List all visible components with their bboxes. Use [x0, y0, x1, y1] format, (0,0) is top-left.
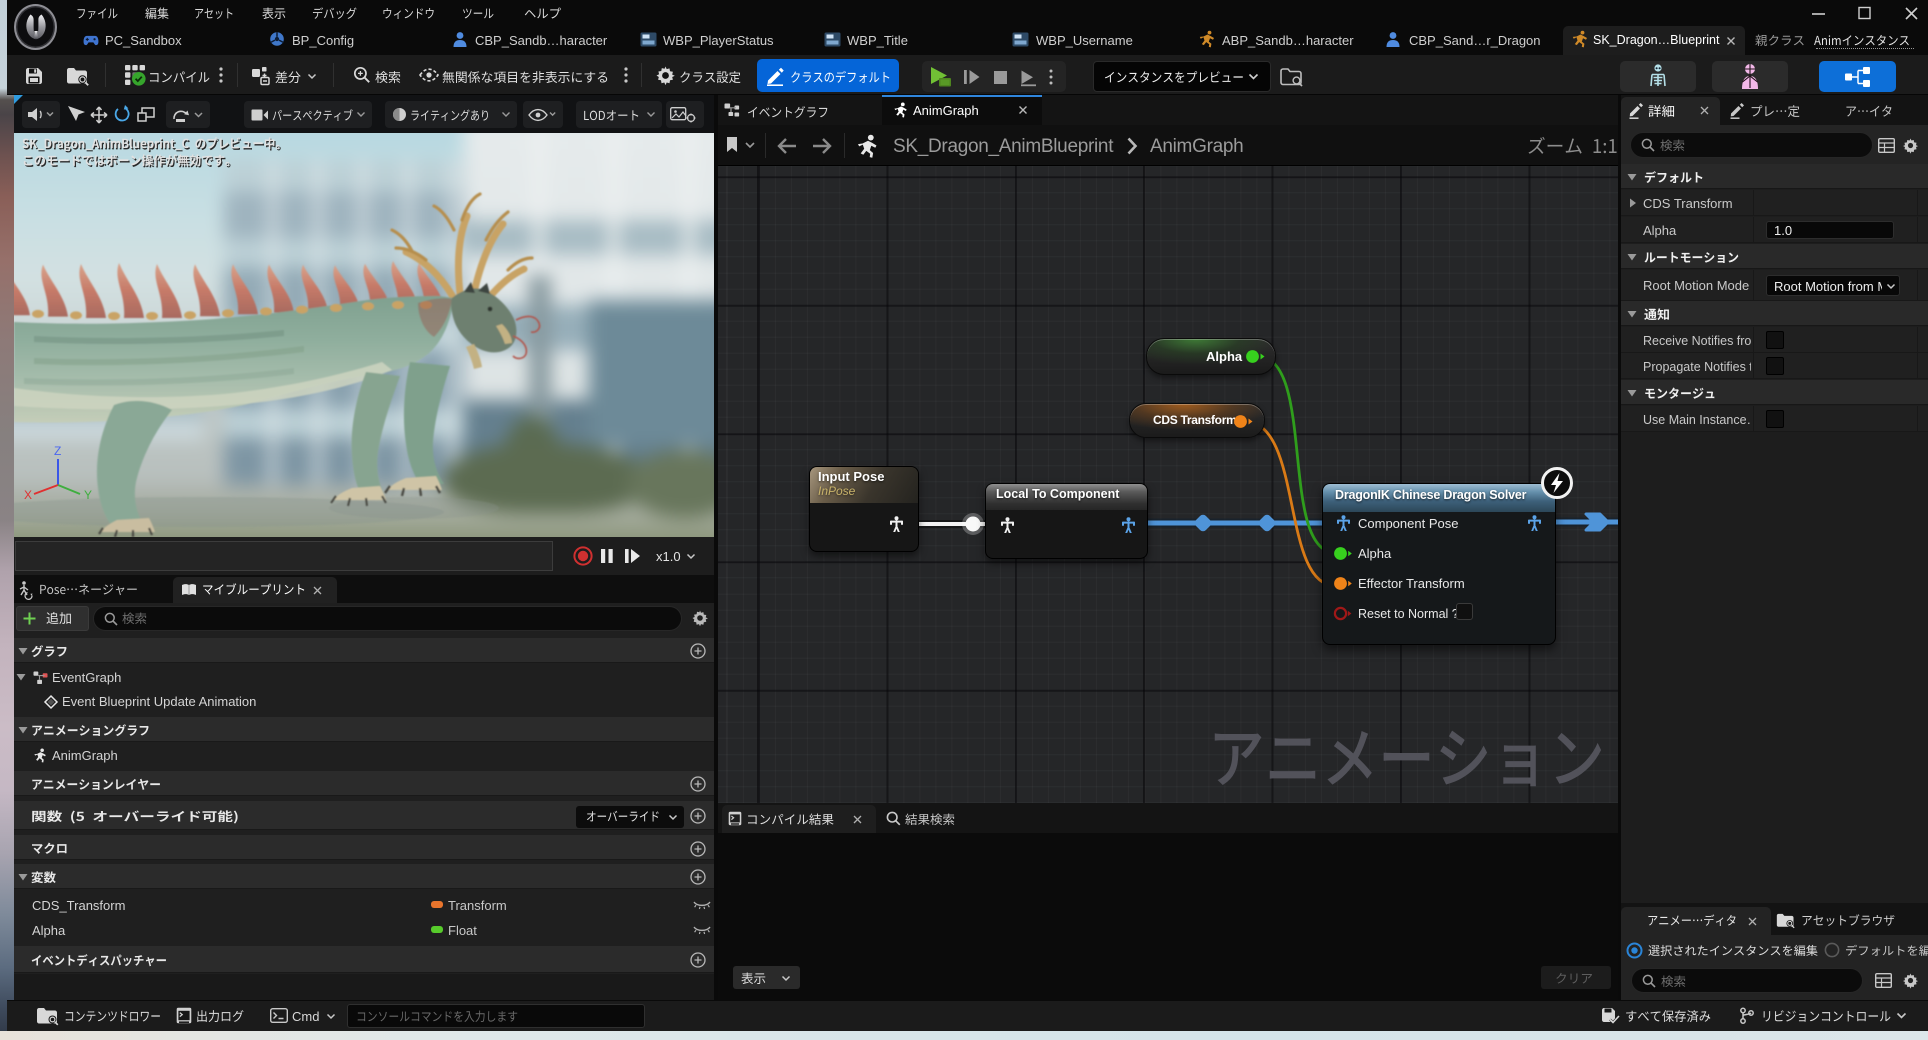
svg-text:Y: Y	[84, 488, 92, 502]
svg-text:Z: Z	[54, 444, 61, 458]
svg-text:X: X	[24, 488, 32, 502]
